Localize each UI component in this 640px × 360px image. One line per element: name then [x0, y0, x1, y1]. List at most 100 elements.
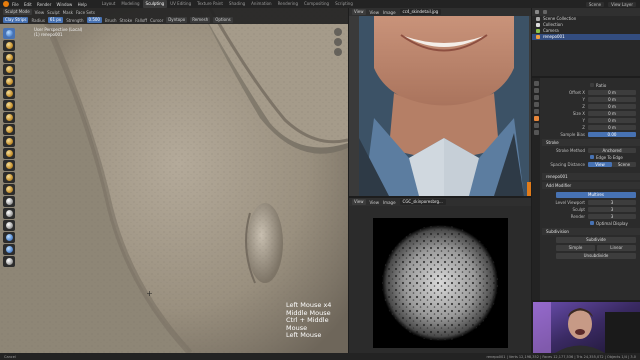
sculpt-level-field[interactable]: 3: [588, 206, 636, 212]
menu-image[interactable]: Image: [383, 200, 396, 205]
outliner-icon[interactable]: [535, 10, 539, 14]
menu-sculpt[interactable]: Sculpt: [47, 10, 60, 15]
tab-shading[interactable]: Shading: [226, 0, 248, 8]
image-file-selector[interactable]: cc4_skindetail.jpg: [399, 9, 442, 15]
tab-scripting[interactable]: Scripting: [332, 0, 356, 8]
sample-bias-field[interactable]: 0.00: [588, 131, 636, 137]
stroke-menu[interactable]: Stroke: [120, 18, 133, 23]
inflate-brush-icon[interactable]: [3, 100, 15, 111]
menu-image[interactable]: Image: [383, 10, 396, 15]
editor-type-button[interactable]: View: [352, 199, 366, 205]
clay-strips-brush-icon[interactable]: [3, 64, 15, 75]
scene-selector[interactable]: Scene: [585, 1, 605, 7]
image-file-selector[interactable]: CGC_skinporesbrg...: [399, 199, 446, 205]
level-viewport-field[interactable]: 3: [588, 199, 636, 205]
menu-mask[interactable]: Mask: [63, 10, 73, 15]
subdivision-section-header[interactable]: Subdivision: [542, 228, 640, 235]
scene-tab-icon[interactable]: [533, 102, 539, 107]
menu-render[interactable]: Render: [37, 2, 51, 7]
box-mask-icon[interactable]: [3, 232, 15, 243]
menu-edit[interactable]: Edit: [24, 2, 32, 7]
multires-modifier-header[interactable]: Multires: [556, 192, 636, 198]
crease-brush-icon[interactable]: [3, 124, 15, 135]
object-tab-icon[interactable]: [533, 116, 539, 121]
stroke-section-header[interactable]: Stroke: [542, 139, 640, 146]
spacing-view-button[interactable]: View: [588, 161, 612, 167]
blender-logo-icon[interactable]: [3, 1, 9, 7]
menu-view[interactable]: View: [35, 10, 45, 15]
material-tab-icon[interactable]: [533, 130, 539, 135]
clay-thumb-brush-icon[interactable]: [3, 76, 15, 87]
spacing-scene-button[interactable]: Scene: [612, 161, 636, 167]
grab-brush-icon[interactable]: [3, 196, 15, 207]
prop-field[interactable]: 0 m: [588, 124, 636, 130]
unsubdivide-button[interactable]: Unsubdivide: [556, 253, 636, 259]
tab-uv-editing[interactable]: UV Editing: [167, 0, 194, 8]
options-menu[interactable]: Options: [213, 17, 233, 23]
pan-icon[interactable]: [334, 38, 342, 46]
clay-brush-icon[interactable]: [3, 52, 15, 63]
tab-modeling[interactable]: Modeling: [118, 0, 142, 8]
prop-field[interactable]: 0 m: [588, 96, 636, 102]
radius-field[interactable]: 61 px: [47, 17, 64, 23]
blob-brush-icon[interactable]: [3, 112, 15, 123]
box-hide-icon[interactable]: [3, 244, 15, 255]
render-tab-icon[interactable]: [533, 88, 539, 93]
tab-layout[interactable]: Layout: [99, 0, 119, 8]
zoom-icon[interactable]: [334, 28, 342, 36]
output-tab-icon[interactable]: [533, 95, 539, 100]
tab-rendering[interactable]: Rendering: [275, 0, 301, 8]
image-editor-reference[interactable]: View View Image cc4_skindetail.jpg: [349, 8, 531, 196]
world-tab-icon[interactable]: [533, 109, 539, 114]
modifier-tab-icon[interactable]: [533, 123, 539, 128]
draw-sharp-brush-icon[interactable]: [3, 40, 15, 51]
ratio-checkbox[interactable]: Ratio: [542, 82, 640, 88]
layer-brush-icon[interactable]: [3, 88, 15, 99]
draw-brush-icon[interactable]: [3, 28, 15, 39]
strength-field[interactable]: 0.500: [86, 17, 102, 23]
snake-hook-brush-icon[interactable]: [3, 208, 15, 219]
menu-face-sets[interactable]: Face Sets: [76, 10, 95, 15]
add-modifier-button[interactable]: Add Modifier: [542, 182, 640, 189]
mask-brush-icon[interactable]: [3, 220, 15, 231]
stroke-method-dropdown[interactable]: Anchored: [588, 147, 636, 153]
flatten-brush-icon[interactable]: [3, 148, 15, 159]
optimal-display-checkbox[interactable]: Optimal Display: [542, 220, 640, 226]
pinch-brush-icon[interactable]: [3, 184, 15, 195]
tool-tab-icon[interactable]: [533, 81, 539, 86]
fill-brush-icon[interactable]: [3, 160, 15, 171]
render-level-field[interactable]: 3: [588, 213, 636, 219]
prop-field[interactable]: 0 m: [588, 103, 636, 109]
tab-texture-paint[interactable]: Texture Paint: [194, 0, 226, 8]
edge-to-edge-checkbox[interactable]: Edge To Edge: [542, 154, 640, 160]
smooth-brush-icon[interactable]: [3, 136, 15, 147]
menu-file[interactable]: File: [12, 2, 19, 7]
scrape-brush-icon[interactable]: [3, 172, 15, 183]
linear-button[interactable]: Linear: [597, 245, 636, 251]
camera-view-icon[interactable]: [334, 48, 342, 56]
sculpt-viewport[interactable]: Sculpt Mode View Sculpt Mask Face Sets C…: [0, 8, 348, 353]
prop-field[interactable]: 0 m: [588, 89, 636, 95]
transform-icon[interactable]: [3, 256, 15, 267]
view-layer-selector[interactable]: View Layer: [608, 1, 636, 7]
filter-icon[interactable]: [543, 10, 547, 14]
outliner-row-selected[interactable]: renepo001: [532, 34, 640, 40]
menu-help[interactable]: Help: [78, 2, 87, 7]
menu-view[interactable]: View: [370, 10, 380, 15]
simple-button[interactable]: Simple: [556, 245, 595, 251]
tab-animation[interactable]: Animation: [248, 0, 274, 8]
prop-field[interactable]: 0 m: [588, 110, 636, 116]
prop-field[interactable]: 0 m: [588, 117, 636, 123]
dyntopo-toggle[interactable]: Dyntopo: [166, 17, 188, 23]
tab-sculpting[interactable]: Sculpting: [142, 0, 168, 8]
brush-menu[interactable]: Brush: [105, 18, 117, 23]
subdivide-button[interactable]: Subdivide: [556, 237, 636, 243]
editor-type-button[interactable]: View: [352, 9, 366, 15]
falloff-menu[interactable]: Falloff: [135, 18, 147, 23]
object-name-field[interactable]: renepo001: [542, 173, 640, 180]
menu-window[interactable]: Window: [57, 2, 73, 7]
remesh-menu[interactable]: Remesh: [190, 17, 211, 23]
brush-selector[interactable]: Clay Strips: [3, 17, 29, 23]
cursor-menu[interactable]: Cursor: [150, 18, 163, 23]
mode-selector[interactable]: Sculpt Mode: [3, 9, 32, 15]
